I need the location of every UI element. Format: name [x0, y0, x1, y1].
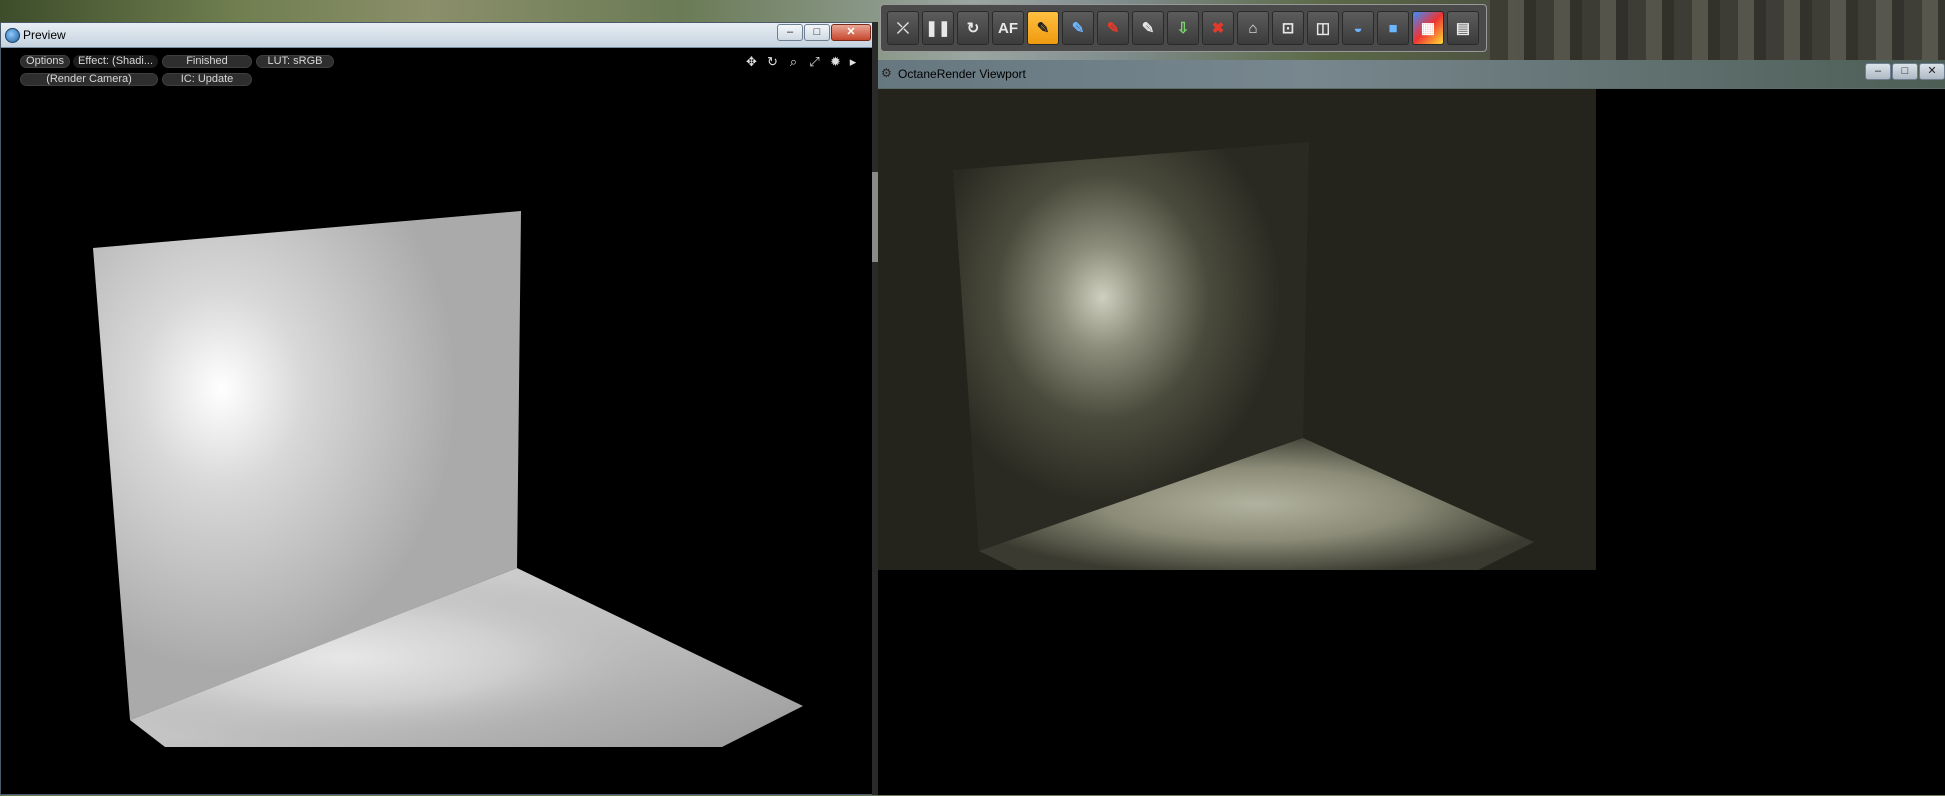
- clear-icon[interactable]: ✖: [1202, 11, 1234, 45]
- maximize-button[interactable]: □: [1892, 63, 1918, 80]
- pick-white-balance-icon[interactable]: ✎: [1132, 11, 1164, 45]
- cube-icon[interactable]: ■: [1377, 11, 1409, 45]
- preview-render: [93, 211, 803, 747]
- octane-titlebar[interactable]: ⚙ OctaneRender Viewport – □ ✕: [878, 60, 1945, 89]
- close-button[interactable]: ✕: [1919, 63, 1945, 80]
- autofocus-icon[interactable]: AF: [992, 11, 1024, 45]
- preview-window: Preview – □ ✕ Options Effect: (Shadi... …: [0, 22, 876, 795]
- octane-render: [878, 89, 1596, 570]
- pick-focus-icon[interactable]: ✎: [1027, 11, 1059, 45]
- octane-render-area[interactable]: [878, 89, 1945, 795]
- snapshot-icon[interactable]: ◫: [1307, 11, 1339, 45]
- clay-icon[interactable]: ◒: [1342, 11, 1374, 45]
- octane-toolbar: ⤫ ❚❚ ↻ AF ✎ ✎ ✎ ✎ ⇩ ✖ ⌂ ⊡ ◫ ◒ ■ ▦ ▤: [880, 4, 1487, 52]
- zoom-region-icon[interactable]: ⊡: [1272, 11, 1304, 45]
- maximize-button[interactable]: □: [804, 24, 830, 41]
- preview-titlebar[interactable]: Preview – □ ✕: [1, 23, 875, 48]
- gradient-icon[interactable]: ▦: [1412, 11, 1444, 45]
- octane-viewport-window: ⚙ OctaneRender Viewport – □ ✕: [878, 60, 1945, 795]
- send-to-icon[interactable]: ⇩: [1167, 11, 1199, 45]
- app-icon: [5, 28, 20, 43]
- minimize-button[interactable]: –: [1865, 63, 1891, 80]
- close-button[interactable]: ✕: [831, 24, 871, 41]
- preview-viewport[interactable]: Options Effect: (Shadi... Finished LUT: …: [5, 50, 871, 794]
- pick-object-icon[interactable]: ✎: [1097, 11, 1129, 45]
- region-icon[interactable]: ⌂: [1237, 11, 1269, 45]
- gear-icon[interactable]: ⚙: [881, 66, 892, 80]
- desktop-wallpaper-rocks: [1490, 0, 1945, 60]
- collapse-icon[interactable]: ⤫: [887, 11, 919, 45]
- minimize-button[interactable]: –: [777, 24, 803, 41]
- restart-icon[interactable]: ↻: [957, 11, 989, 45]
- pause-icon[interactable]: ❚❚: [922, 11, 954, 45]
- settings-icon[interactable]: ▤: [1447, 11, 1479, 45]
- preview-title: Preview: [23, 28, 66, 42]
- pick-material-icon[interactable]: ✎: [1062, 11, 1094, 45]
- octane-title: OctaneRender Viewport: [898, 67, 1026, 81]
